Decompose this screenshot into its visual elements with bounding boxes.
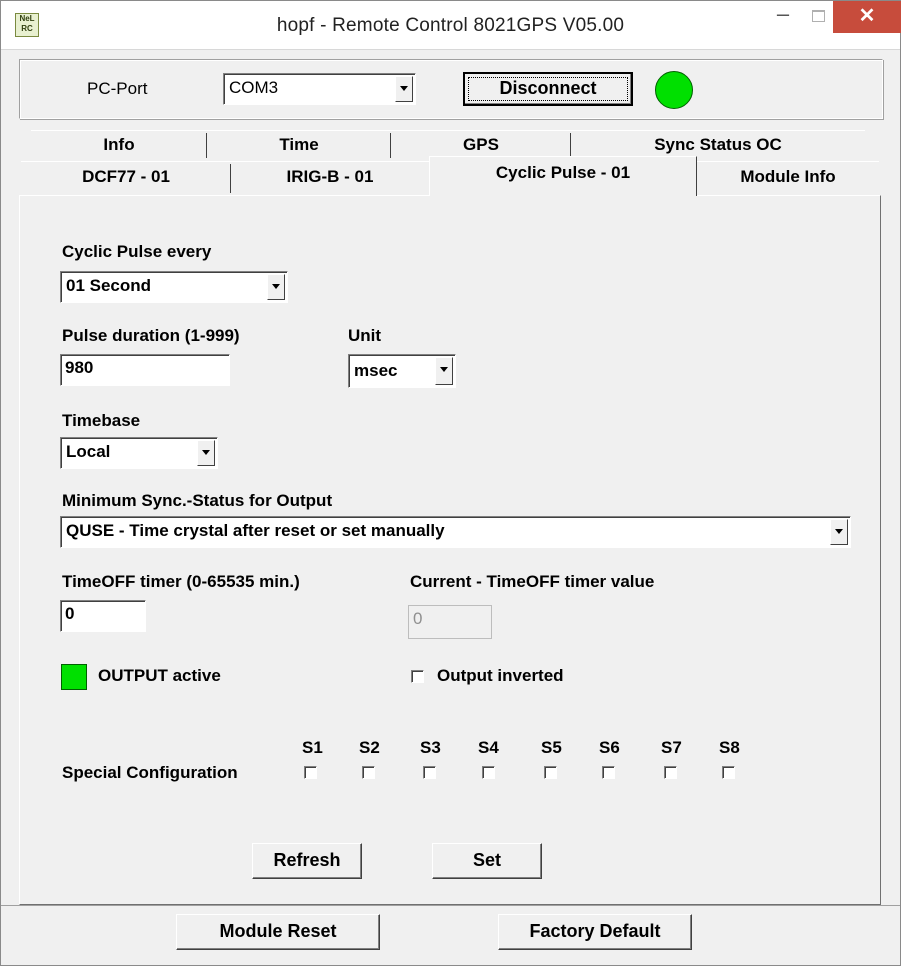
- switch-checkbox-s1[interactable]: [304, 766, 317, 779]
- switch-label-s5: S5: [541, 738, 562, 757]
- timeoff-timer-label: TimeOFF timer (0-65535 min.): [62, 572, 300, 591]
- tab-gps[interactable]: GPS: [391, 130, 571, 158]
- chevron-down-icon[interactable]: [197, 440, 215, 466]
- switch-checkbox-s4[interactable]: [482, 766, 495, 779]
- tab-label: Cyclic Pulse - 01: [495, 163, 631, 182]
- tab-irig-b[interactable]: IRIG-B - 01: [231, 161, 429, 193]
- switch-label-s3: S3: [420, 738, 441, 757]
- tab-label: Info: [103, 135, 135, 154]
- tab-label: GPS: [463, 135, 499, 154]
- tab-sync-status-oc[interactable]: Sync Status OC: [571, 130, 865, 158]
- output-active-label: OUTPUT active: [98, 666, 221, 685]
- current-timeoff-label: Current - TimeOFF timer value: [410, 572, 655, 591]
- cyclic-pulse-label: Cyclic Pulse every: [62, 242, 212, 261]
- unit-label: Unit: [348, 326, 382, 345]
- footer-bar: [1, 905, 900, 966]
- unit-value: msec: [354, 361, 398, 380]
- cyclic-pulse-value: 01 Second: [66, 276, 152, 295]
- switch-label-s8: S8: [719, 738, 740, 757]
- refresh-button[interactable]: Refresh: [252, 843, 362, 879]
- timebase-value: Local: [66, 442, 111, 461]
- module-reset-button[interactable]: Module Reset: [176, 914, 380, 950]
- switch-checkbox-s3[interactable]: [423, 766, 436, 779]
- chevron-down-icon[interactable]: [435, 357, 453, 385]
- tab-module-info[interactable]: Module Info: [697, 161, 879, 193]
- maximize-icon: [812, 10, 825, 22]
- title-bar: NeL RC hopf - Remote Control 8021GPS V05.…: [1, 1, 901, 50]
- switch-label-s7: S7: [661, 738, 682, 757]
- tab-label: Sync Status OC: [654, 135, 782, 154]
- special-config-label: Special Configuration: [62, 763, 238, 782]
- tab-label: Time: [279, 135, 319, 154]
- tab-label: DCF77 - 01: [82, 167, 170, 186]
- tab-label: Module Info: [740, 167, 836, 186]
- pulse-duration-input[interactable]: 980: [60, 354, 230, 386]
- timebase-label: Timebase: [62, 411, 141, 430]
- min-sync-label: Minimum Sync.-Status for Output: [62, 491, 333, 510]
- switch-checkbox-s5[interactable]: [544, 766, 557, 779]
- min-sync-value: QUSE - Time crystal after reset or set m…: [66, 521, 445, 540]
- switch-label-s2: S2: [359, 738, 380, 757]
- minimize-button[interactable]: –: [763, 1, 803, 33]
- close-button[interactable]: ✕: [833, 1, 901, 33]
- switch-checkbox-s7[interactable]: [664, 766, 677, 779]
- current-timeoff-field: 0: [408, 605, 492, 639]
- pc-port-select[interactable]: COM3: [223, 73, 416, 105]
- tab-dcf77[interactable]: DCF77 - 01: [21, 161, 231, 193]
- chevron-down-icon[interactable]: [830, 519, 848, 545]
- switch-checkbox-s2[interactable]: [362, 766, 375, 779]
- focus-ring: [468, 77, 628, 101]
- pulse-duration-label: Pulse duration (1-999): [62, 326, 240, 345]
- min-sync-select[interactable]: QUSE - Time crystal after reset or set m…: [60, 516, 851, 548]
- switch-checkbox-s8[interactable]: [722, 766, 735, 779]
- switch-label-s1: S1: [302, 738, 323, 757]
- tab-cyclic-pulse[interactable]: Cyclic Pulse - 01: [429, 156, 697, 196]
- timeoff-timer-input[interactable]: 0: [60, 600, 146, 632]
- output-active-indicator: [61, 664, 87, 690]
- unit-select[interactable]: msec: [348, 354, 456, 388]
- output-inverted-checkbox[interactable]: [411, 670, 424, 683]
- switch-checkbox-s6[interactable]: [602, 766, 615, 779]
- pc-port-value: COM3: [229, 78, 279, 97]
- app-window: NeL RC hopf - Remote Control 8021GPS V05.…: [0, 0, 901, 966]
- output-inverted-label: Output inverted: [437, 666, 564, 685]
- tab-time[interactable]: Time: [207, 130, 391, 158]
- chevron-down-icon[interactable]: [395, 76, 413, 102]
- disconnect-button[interactable]: Disconnect: [463, 72, 633, 106]
- set-button[interactable]: Set: [432, 843, 542, 879]
- switch-label-s4: S4: [478, 738, 499, 757]
- tab-info[interactable]: Info: [31, 130, 207, 158]
- factory-default-button[interactable]: Factory Default: [498, 914, 692, 950]
- chevron-down-icon[interactable]: [267, 274, 285, 300]
- maximize-button[interactable]: [803, 1, 833, 33]
- tab-label: IRIG-B - 01: [286, 167, 374, 186]
- port-group: [19, 59, 883, 119]
- pc-port-label: PC-Port: [87, 79, 148, 98]
- connection-status-led: [655, 71, 693, 109]
- switch-label-s6: S6: [599, 738, 620, 757]
- timebase-select[interactable]: Local: [60, 437, 218, 469]
- cyclic-pulse-select[interactable]: 01 Second: [60, 271, 288, 303]
